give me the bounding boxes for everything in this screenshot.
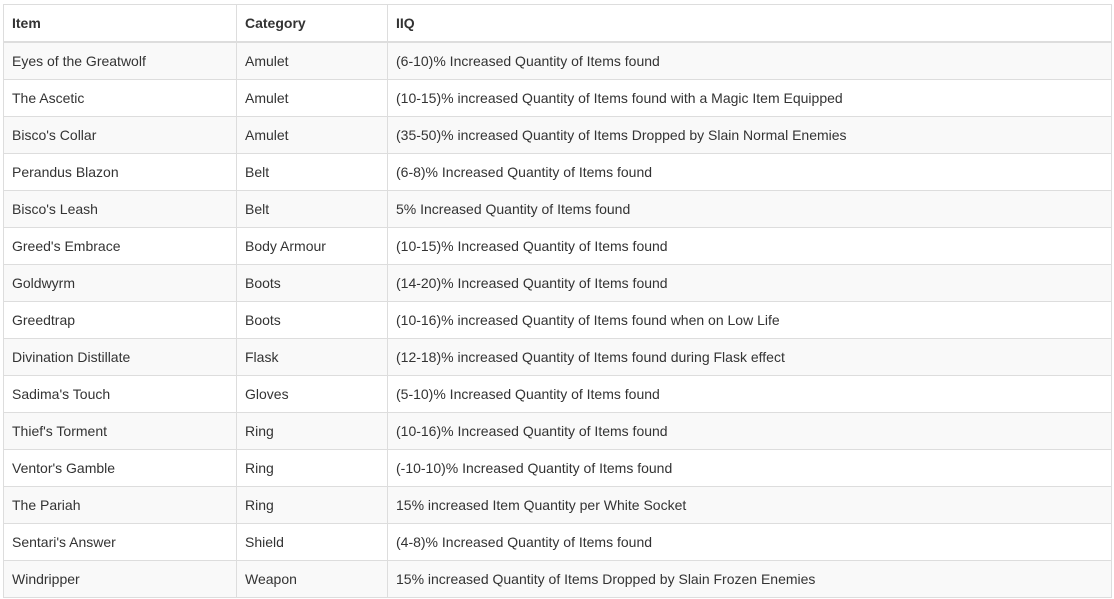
item-cell: Sentari's Answer bbox=[3, 523, 237, 561]
iiq-cell: (35-50)% increased Quantity of Items Dro… bbox=[387, 116, 1112, 154]
table-header: Item Category IIQ bbox=[3, 4, 1112, 43]
category-cell: Ring bbox=[236, 486, 388, 524]
table-row: Goldwyrm Boots (14-20)% Increased Quanti… bbox=[3, 264, 1112, 302]
table-row: Thief's Torment Ring (10-16)% Increased … bbox=[3, 412, 1112, 450]
iiq-cell: (10-16)% Increased Quantity of Items fou… bbox=[387, 412, 1112, 450]
category-cell: Boots bbox=[236, 264, 388, 302]
iiq-cell: 5% Increased Quantity of Items found bbox=[387, 190, 1112, 228]
iiq-table: Item Category IIQ Eyes of the Greatwolf … bbox=[3, 4, 1112, 598]
category-cell: Ring bbox=[236, 412, 388, 450]
iiq-cell: 15% increased Quantity of Items Dropped … bbox=[387, 560, 1112, 598]
table-row: The Ascetic Amulet (10-15)% increased Qu… bbox=[3, 79, 1112, 117]
iiq-cell: (14-20)% Increased Quantity of Items fou… bbox=[387, 264, 1112, 302]
category-cell: Body Armour bbox=[236, 227, 388, 265]
table-row: Greedtrap Boots (10-16)% increased Quant… bbox=[3, 301, 1112, 339]
iiq-cell: (12-18)% increased Quantity of Items fou… bbox=[387, 338, 1112, 376]
table-body: Eyes of the Greatwolf Amulet (6-10)% Inc… bbox=[3, 41, 1112, 598]
iiq-cell: (5-10)% Increased Quantity of Items foun… bbox=[387, 375, 1112, 413]
category-cell: Belt bbox=[236, 153, 388, 191]
item-cell: Bisco's Leash bbox=[3, 190, 237, 228]
category-cell: Ring bbox=[236, 449, 388, 487]
header-row: Item Category IIQ bbox=[3, 4, 1112, 43]
item-cell: Divination Distillate bbox=[3, 338, 237, 376]
item-cell: The Pariah bbox=[3, 486, 237, 524]
column-header-item: Item bbox=[3, 4, 237, 43]
iiq-cell: (6-8)% Increased Quantity of Items found bbox=[387, 153, 1112, 191]
category-cell: Amulet bbox=[236, 41, 388, 80]
item-cell: Thief's Torment bbox=[3, 412, 237, 450]
item-cell: Sadima's Touch bbox=[3, 375, 237, 413]
category-cell: Gloves bbox=[236, 375, 388, 413]
iiq-cell: (10-15)% Increased Quantity of Items fou… bbox=[387, 227, 1112, 265]
table-row: Bisco's Collar Amulet (35-50)% increased… bbox=[3, 116, 1112, 154]
table-row: The Pariah Ring 15% increased Item Quant… bbox=[3, 486, 1112, 524]
category-cell: Flask bbox=[236, 338, 388, 376]
table-row: Bisco's Leash Belt 5% Increased Quantity… bbox=[3, 190, 1112, 228]
category-cell: Belt bbox=[236, 190, 388, 228]
item-cell: Windripper bbox=[3, 560, 237, 598]
iiq-cell: 15% increased Item Quantity per White So… bbox=[387, 486, 1112, 524]
column-header-category: Category bbox=[236, 4, 388, 43]
table-row: Divination Distillate Flask (12-18)% inc… bbox=[3, 338, 1112, 376]
iiq-cell: (10-15)% increased Quantity of Items fou… bbox=[387, 79, 1112, 117]
table-row: Greed's Embrace Body Armour (10-15)% Inc… bbox=[3, 227, 1112, 265]
iiq-cell: (-10-10)% Increased Quantity of Items fo… bbox=[387, 449, 1112, 487]
item-cell: Bisco's Collar bbox=[3, 116, 237, 154]
item-cell: Goldwyrm bbox=[3, 264, 237, 302]
item-cell: The Ascetic bbox=[3, 79, 237, 117]
table-row: Sadima's Touch Gloves (5-10)% Increased … bbox=[3, 375, 1112, 413]
iiq-table-container: Item Category IIQ Eyes of the Greatwolf … bbox=[3, 4, 1112, 598]
iiq-cell: (10-16)% increased Quantity of Items fou… bbox=[387, 301, 1112, 339]
column-header-iiq: IIQ bbox=[387, 4, 1112, 43]
item-cell: Greed's Embrace bbox=[3, 227, 237, 265]
category-cell: Shield bbox=[236, 523, 388, 561]
item-cell: Ventor's Gamble bbox=[3, 449, 237, 487]
table-row: Windripper Weapon 15% increased Quantity… bbox=[3, 560, 1112, 598]
item-cell: Greedtrap bbox=[3, 301, 237, 339]
category-cell: Weapon bbox=[236, 560, 388, 598]
item-cell: Perandus Blazon bbox=[3, 153, 237, 191]
table-row: Ventor's Gamble Ring (-10-10)% Increased… bbox=[3, 449, 1112, 487]
category-cell: Boots bbox=[236, 301, 388, 339]
category-cell: Amulet bbox=[236, 116, 388, 154]
category-cell: Amulet bbox=[236, 79, 388, 117]
iiq-cell: (4-8)% Increased Quantity of Items found bbox=[387, 523, 1112, 561]
table-row: Eyes of the Greatwolf Amulet (6-10)% Inc… bbox=[3, 41, 1112, 80]
item-cell: Eyes of the Greatwolf bbox=[3, 41, 237, 80]
iiq-cell: (6-10)% Increased Quantity of Items foun… bbox=[387, 41, 1112, 80]
table-row: Sentari's Answer Shield (4-8)% Increased… bbox=[3, 523, 1112, 561]
table-row: Perandus Blazon Belt (6-8)% Increased Qu… bbox=[3, 153, 1112, 191]
